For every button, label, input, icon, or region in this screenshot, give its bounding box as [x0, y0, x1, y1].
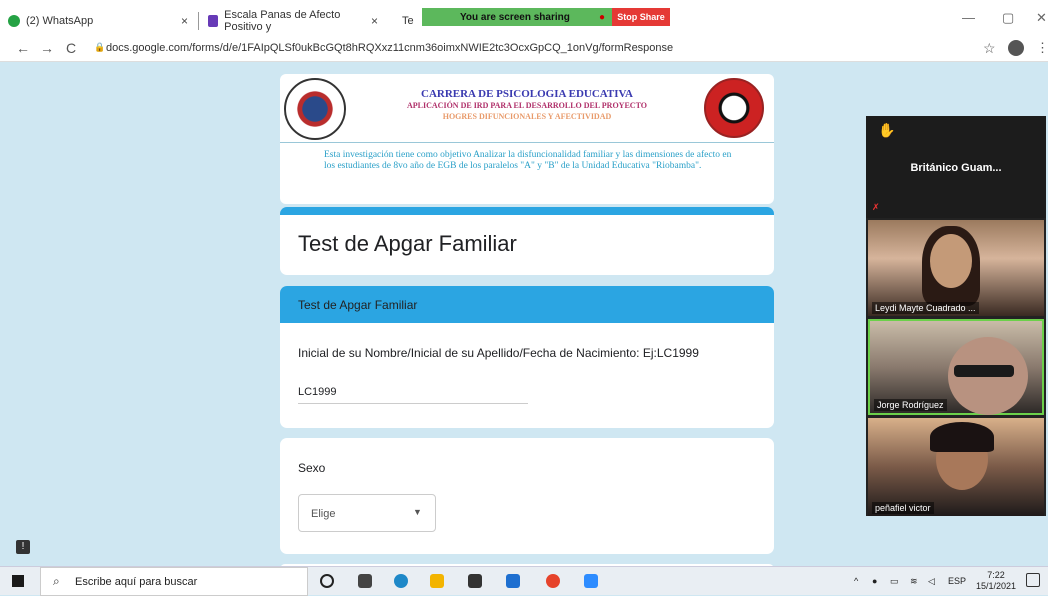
tab-label: Escala Panas de Afecto Positivo y	[224, 9, 341, 33]
tab-divider	[198, 12, 199, 30]
header-divider	[280, 142, 774, 143]
windows-taskbar: ⌕ Escribe aquí para buscar ^ ● ▭ ≋ ◁ ESP…	[0, 566, 1048, 596]
clock-time: 7:22	[987, 570, 1005, 580]
volume-icon[interactable]: ◁	[928, 576, 935, 587]
participant-face	[930, 234, 972, 288]
stop-share-button[interactable]: Stop Share	[612, 8, 670, 26]
initials-input[interactable]: LC1999	[298, 386, 337, 398]
url-field[interactable]: docs.google.com/forms/d/e/1FAIpQLSf0ukBc…	[106, 42, 673, 54]
close-icon[interactable]: ×	[371, 14, 378, 28]
feedback-icon[interactable]: !	[16, 540, 30, 554]
participant-name: peñafiel victor	[872, 502, 934, 514]
dropdown-value: Elige	[311, 508, 336, 520]
form-title: Test de Apgar Familiar	[298, 231, 517, 256]
clock-date: 15/1/2021	[976, 581, 1017, 591]
battery-icon: ▭	[890, 576, 899, 586]
microphone-icon: ●	[872, 576, 878, 586]
screen-share-status: You are screen sharing	[422, 8, 592, 26]
participant-hair	[930, 422, 994, 452]
tab-test-apgar[interactable]: Te	[388, 8, 418, 34]
zoom-video-panel: ✋ Británico Guam... ✗ Leydi Mayte Cuadra…	[866, 116, 1046, 516]
cortana-icon[interactable]	[320, 574, 334, 588]
participant-name: Leydi Mayte Cuadrado ...	[872, 302, 979, 314]
taskbar-search-placeholder: Escribe aquí para buscar	[75, 576, 198, 588]
tab-escala-panas[interactable]: Escala Panas de Afecto Positivo y ×	[200, 8, 386, 34]
screen-share-banner: You are screen sharing ● Stop Share	[422, 8, 670, 26]
sexo-dropdown[interactable]: Elige ▼	[298, 494, 436, 532]
forward-button[interactable]: →	[40, 40, 54, 56]
task-view-icon[interactable]	[358, 574, 372, 588]
active-speaker-tile: ✋ Británico Guam... ✗	[866, 116, 1046, 218]
edge-icon[interactable]	[394, 574, 408, 588]
raised-hand-icon: ✋	[878, 122, 896, 138]
mic-muted-icon: ✗	[872, 202, 880, 212]
file-explorer-icon[interactable]	[430, 574, 444, 588]
share-shield-icon: ●	[592, 8, 612, 26]
mail-icon[interactable]	[506, 574, 520, 588]
form-title-card: Test de Apgar Familiar	[280, 207, 774, 275]
question-card-initials: Test de Apgar Familiar Inicial de su Nom…	[280, 286, 774, 428]
address-bar: ← → C 🔒 docs.google.com/forms/d/e/1FAIpQ…	[0, 36, 1048, 62]
store-icon[interactable]	[468, 574, 482, 588]
reload-button[interactable]: C	[66, 40, 76, 56]
zoom-app-icon[interactable]	[584, 574, 598, 588]
lock-icon: 🔒	[94, 42, 106, 52]
participant-video[interactable]: peñafiel victor	[868, 418, 1044, 516]
windows-start-icon[interactable]	[12, 575, 24, 587]
header-career: CARRERA DE PSICOLOGIA EDUCATIVA	[421, 88, 633, 100]
input-underline	[298, 403, 528, 404]
question-card-sexo: Sexo Elige ▼	[280, 438, 774, 554]
back-button[interactable]: ←	[16, 40, 30, 56]
tab-whatsapp[interactable]: (2) WhatsApp ×	[0, 8, 196, 34]
question-label: Sexo	[298, 461, 326, 475]
active-speaker-name: Británico Guam...	[910, 162, 1002, 174]
notification-center-icon[interactable]	[1026, 573, 1040, 587]
whatsapp-icon	[8, 15, 20, 27]
language-indicator[interactable]: ESP	[948, 576, 966, 586]
participant-name: Jorge Rodríguez	[874, 399, 947, 411]
header-project: HOGRES DIFUNCIONALES Y AFECTIVIDAD	[442, 112, 612, 121]
question-label: Inicial de su Nombre/Inicial de su Apell…	[298, 346, 699, 360]
browser-menu-icon[interactable]: ⋮	[1036, 40, 1048, 56]
bookmark-star-icon[interactable]: ☆	[983, 40, 996, 57]
tab-label: Te	[402, 15, 414, 27]
close-icon[interactable]: ×	[181, 14, 188, 28]
header-description: Esta investigación tiene como objetivo A…	[324, 150, 732, 171]
participant-glasses	[954, 365, 1014, 377]
participant-video[interactable]: Leydi Mayte Cuadrado ...	[868, 220, 1044, 316]
form-header-banner: CARRERA DE PSICOLOGIA EDUCATIVA APLICACI…	[280, 74, 774, 204]
taskbar-search-box[interactable]: ⌕ Escribe aquí para buscar	[40, 567, 308, 596]
browser-tab-bar: (2) WhatsApp × Escala Panas de Afecto Po…	[0, 0, 1048, 36]
stop-share-label: Stop Share	[617, 12, 665, 22]
taskbar-clock[interactable]: 7:22 15/1/2021	[976, 570, 1016, 592]
profile-avatar[interactable]	[1008, 40, 1024, 56]
header-application: APLICACIÓN DE IRD PARA EL DESARROLLO DEL…	[407, 101, 647, 110]
section-title: Test de Apgar Familiar	[280, 286, 774, 323]
tab-label: (2) WhatsApp	[26, 15, 94, 27]
minimize-button[interactable]: —	[962, 10, 975, 25]
participant-video[interactable]: Jorge Rodríguez	[868, 319, 1044, 415]
chevron-down-icon: ▼	[413, 507, 422, 517]
chrome-icon[interactable]	[546, 574, 560, 588]
google-forms-icon	[208, 15, 219, 27]
close-window-button[interactable]: ✕	[1036, 10, 1047, 26]
search-icon: ⌕	[53, 574, 60, 588]
tray-chevron-icon[interactable]: ^	[854, 576, 858, 586]
wifi-icon[interactable]: ≋	[910, 576, 918, 587]
maximize-button[interactable]: ▢	[1002, 10, 1014, 26]
